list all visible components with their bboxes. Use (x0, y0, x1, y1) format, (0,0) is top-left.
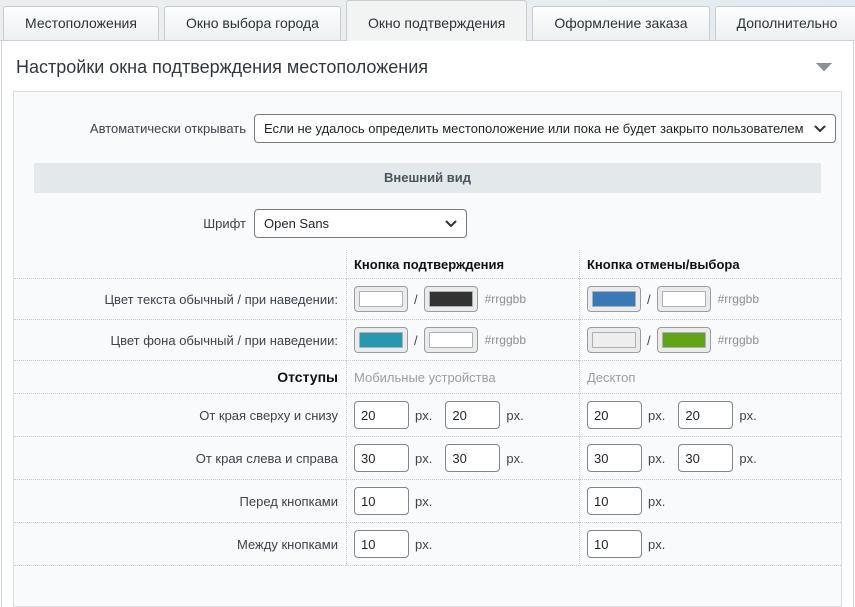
unit-label: px. (648, 408, 665, 423)
hex-placeholder: #rrggbb (718, 333, 759, 347)
page-title: Настройки окна подтверждения местоположе… (16, 57, 428, 78)
color-row-label: Цвет фона обычный / при наведении: (14, 320, 346, 361)
auto-open-select[interactable]: Если не удалось определить местоположени… (254, 114, 836, 143)
color-swatch-button-hover-cancel[interactable] (657, 327, 711, 353)
unit-label: px. (415, 408, 432, 423)
spacing-row-mobile: px. px. (346, 394, 579, 437)
hex-placeholder: #rrggbb (485, 333, 526, 347)
spacing-mobile-header: Мобильные устройства (346, 361, 579, 394)
spacing-input-desktop[interactable] (587, 401, 642, 429)
tab-confirmation-window[interactable]: Окно подтверждения (346, 0, 527, 41)
unit-label: px. (415, 494, 432, 509)
unit-label: px. (415, 451, 432, 466)
tab-locations[interactable]: Местоположения (3, 6, 159, 40)
unit-label: px. (739, 408, 756, 423)
unit-label: px. (506, 451, 523, 466)
spacing-row-desktop: px. px. (579, 394, 841, 437)
tab-additional[interactable]: Дополнительно (715, 6, 855, 40)
color-swatch-confirm (359, 332, 403, 348)
mobile-devices-header: Мобильные устройства (354, 370, 496, 385)
color-swatch-cancel (592, 332, 636, 348)
spacing-section-title: Отступы (277, 369, 338, 385)
spacing-row-mobile: px. px. (346, 437, 579, 480)
tab-city-select-window[interactable]: Окно выбора города (164, 6, 341, 40)
spacing-row-label: От края слева и справа (14, 437, 346, 480)
chevron-down-icon (816, 59, 832, 76)
color-swatch-button-hover-confirm[interactable] (424, 286, 478, 312)
column-header-spacer (14, 250, 346, 279)
font-row: Шрифт Open Sans (14, 193, 841, 246)
spacing-input-desktop[interactable] (587, 530, 642, 558)
spacing-row-mobile: px. (346, 523, 579, 566)
spacing-input-desktop[interactable] (587, 444, 642, 472)
spacing-row-mobile: px. (346, 480, 579, 523)
auto-open-label: Автоматически открывать (14, 121, 246, 136)
appearance-settings-table: Кнопка подтверждения Кнопка отмены/выбор… (14, 250, 841, 566)
collapse-section-button[interactable] (816, 63, 832, 72)
unit-label: px. (415, 537, 432, 552)
unit-label: px. (648, 537, 665, 552)
column-header-confirm-button: Кнопка подтверждения (346, 250, 579, 279)
spacing-row-label: От края сверху и снизу (14, 394, 346, 437)
slash-separator: / (414, 292, 418, 307)
color-row-cancel: / #rrggbb (579, 279, 841, 320)
hex-placeholder: #rrggbb (718, 292, 759, 306)
color-swatch-cancel (662, 332, 706, 348)
spacing-input-mobile[interactable] (445, 444, 500, 472)
tab-checkout[interactable]: Оформление заказа (532, 6, 709, 40)
font-select[interactable]: Open Sans (254, 209, 467, 238)
chevron-down-icon (445, 216, 457, 231)
unit-label: px. (648, 494, 665, 509)
chevron-down-icon (814, 121, 826, 136)
color-swatch-confirm (359, 291, 403, 307)
slash-separator: / (647, 292, 651, 307)
color-swatch-button-normal-confirm[interactable] (354, 327, 408, 353)
spacing-input-mobile[interactable] (354, 444, 409, 472)
settings-panel: Автоматически открывать Если не удалось … (13, 91, 842, 607)
slash-separator: / (414, 333, 418, 348)
unit-label: px. (648, 451, 665, 466)
spacing-row-label: Между кнопками (14, 523, 346, 566)
spacing-input-mobile[interactable] (354, 401, 409, 429)
color-row-label: Цвет текста обычный / при наведении: (14, 279, 346, 320)
unit-label: px. (506, 408, 523, 423)
settings-content: Настройки окна подтверждения местоположе… (1, 41, 854, 607)
hex-placeholder: #rrggbb (485, 292, 526, 306)
color-swatch-button-hover-confirm[interactable] (424, 327, 478, 353)
spacing-row-desktop: px. (579, 523, 841, 566)
spacing-row-desktop: px. (579, 480, 841, 523)
spacing-input-desktop[interactable] (678, 444, 733, 472)
color-swatch-cancel (592, 291, 636, 307)
color-row-confirm: / #rrggbb (346, 279, 579, 320)
unit-label: px. (739, 451, 756, 466)
column-header-cancel-button: Кнопка отмены/выбора (579, 250, 841, 279)
desktop-header: Десктоп (587, 370, 635, 385)
color-swatch-cancel (662, 291, 706, 307)
color-swatch-button-hover-cancel[interactable] (657, 286, 711, 312)
spacing-section-label: Отступы (14, 361, 346, 394)
color-swatch-button-normal-cancel[interactable] (587, 286, 641, 312)
auto-open-selected-value: Если не удалось определить местоположени… (264, 121, 804, 136)
spacing-input-mobile[interactable] (354, 530, 409, 558)
color-swatch-button-normal-cancel[interactable] (587, 327, 641, 353)
section-header: Настройки окна подтверждения местоположе… (13, 41, 842, 91)
spacing-desktop-header: Десктоп (579, 361, 841, 394)
spacing-row-desktop: px. px. (579, 437, 841, 480)
color-swatch-confirm (429, 291, 473, 307)
color-row-cancel: / #rrggbb (579, 320, 841, 361)
auto-open-row: Автоматически открывать Если не удалось … (14, 92, 841, 153)
color-swatch-button-normal-confirm[interactable] (354, 286, 408, 312)
spacing-input-desktop[interactable] (587, 487, 642, 515)
font-label: Шрифт (14, 216, 246, 231)
color-swatch-confirm (429, 332, 473, 348)
spacing-input-mobile[interactable] (354, 487, 409, 515)
tab-bar: Местоположения Окно выбора города Окно п… (0, 0, 855, 41)
spacing-input-mobile[interactable] (445, 401, 500, 429)
spacing-row-label: Перед кнопками (14, 480, 346, 523)
appearance-section-title: Внешний вид (34, 163, 821, 193)
slash-separator: / (647, 333, 651, 348)
spacing-input-desktop[interactable] (678, 401, 733, 429)
color-row-confirm: / #rrggbb (346, 320, 579, 361)
font-selected-value: Open Sans (264, 216, 329, 231)
